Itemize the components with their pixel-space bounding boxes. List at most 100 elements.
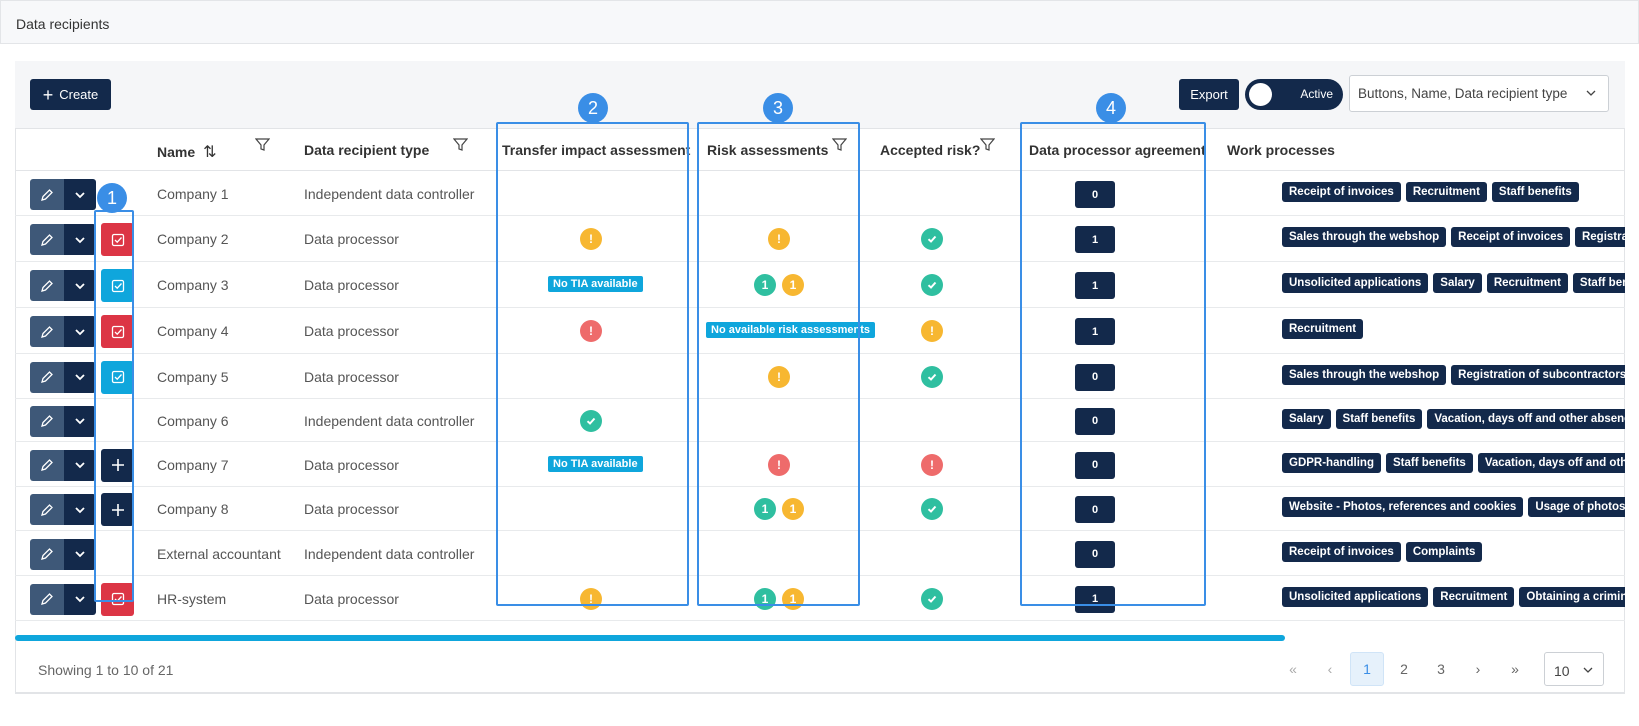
recipient-name[interactable]: Company 7 — [157, 457, 229, 473]
work-process-tag[interactable]: Complaints — [1405, 541, 1483, 562]
recipient-name[interactable]: Company 5 — [157, 369, 229, 385]
recipient-name[interactable]: External accountant — [157, 546, 281, 562]
row-menu-button[interactable] — [64, 449, 96, 481]
showing-count: Showing 1 to 10 of 21 — [38, 662, 174, 678]
work-process-tag[interactable]: Vacation, days off and other absence — [1477, 452, 1625, 473]
edit-button[interactable] — [30, 224, 64, 255]
edit-button[interactable] — [30, 361, 64, 393]
work-process-tag[interactable]: Recruitment — [1433, 586, 1515, 607]
work-process-tag[interactable]: Unsolicited applications — [1282, 273, 1429, 293]
work-process-tag[interactable]: Receipt of invoices — [1282, 541, 1401, 562]
accepted-risk-icon — [921, 498, 943, 520]
work-processes-list: Sales through the webshop Receipt of invo… — [1282, 227, 1625, 251]
prev-page-button[interactable]: ‹ — [1313, 652, 1347, 686]
accepted-risk-icon: ! — [921, 453, 943, 476]
work-process-tag[interactable]: Receipt of invoices — [1282, 182, 1401, 202]
work-processes-list: Unsolicited applications Recruitment Obtai… — [1282, 586, 1625, 611]
column-header-name-label: Name — [157, 144, 196, 160]
page-button-1[interactable]: 1 — [1350, 652, 1384, 686]
work-process-tag[interactable]: Registration of subcontractors — [1574, 227, 1625, 247]
column-header-name[interactable]: Name ⇅ — [157, 142, 217, 162]
recipient-name[interactable]: Company 1 — [157, 186, 229, 202]
edit-button[interactable] — [30, 538, 64, 570]
recipient-name[interactable]: Company 6 — [157, 413, 229, 429]
work-process-tag[interactable]: Staff benefits — [1385, 452, 1473, 473]
first-page-button[interactable]: « — [1276, 652, 1310, 686]
column-header-accepted[interactable]: Accepted risk? — [880, 142, 980, 158]
edit-button[interactable] — [30, 316, 64, 347]
work-processes-list: Recruitment — [1282, 319, 1625, 343]
filter-icon[interactable] — [453, 137, 468, 152]
work-process-tag[interactable]: Staff benefits — [1572, 273, 1625, 293]
work-process-tag[interactable]: Staff benefits — [1491, 182, 1579, 202]
row-menu-button[interactable] — [64, 494, 96, 525]
edit-button[interactable] — [30, 270, 64, 301]
recipient-name[interactable]: Company 3 — [157, 277, 229, 293]
page-size-select[interactable]: 10 — [1544, 652, 1604, 686]
work-process-tag[interactable]: Website - Photos, references and cookies — [1282, 497, 1524, 517]
next-page-button[interactable]: › — [1461, 652, 1495, 686]
highlight-box-1 — [94, 210, 134, 602]
edit-button[interactable] — [30, 583, 64, 615]
export-button[interactable]: Export — [1179, 79, 1239, 110]
edit-button[interactable] — [30, 179, 64, 210]
work-process-tag[interactable]: Recruitment — [1486, 273, 1568, 293]
recipient-type: Data processor — [304, 456, 399, 473]
recipient-type: Independent data controller — [304, 412, 475, 429]
create-button[interactable]: + Create — [30, 79, 111, 110]
work-process-tag[interactable]: Registration of subcontractors — [1451, 364, 1625, 385]
marker-2: 2 — [578, 93, 608, 123]
edit-button[interactable] — [30, 405, 64, 437]
work-process-tag[interactable]: Salary — [1282, 408, 1331, 429]
footer-divider — [15, 693, 1625, 694]
page-header: Data recipients — [0, 0, 1639, 44]
work-processes-list: Receipt of invoices Recruitment Staff bene… — [1282, 182, 1625, 206]
work-process-tag[interactable]: Sales through the webshop — [1282, 227, 1447, 247]
row-menu-button[interactable] — [64, 224, 96, 255]
row-menu-button[interactable] — [64, 405, 96, 437]
filter-icon[interactable] — [255, 137, 270, 152]
recipient-name[interactable]: Company 8 — [157, 501, 229, 517]
edit-button[interactable] — [30, 494, 64, 525]
row-menu-button[interactable] — [64, 361, 96, 393]
column-header-wp[interactable]: Work processes — [1227, 142, 1335, 158]
accepted-risk-icon — [921, 365, 943, 388]
sort-icon[interactable]: ⇅ — [203, 142, 216, 162]
row-menu-button[interactable] — [64, 538, 96, 570]
page-button-3[interactable]: 3 — [1424, 652, 1458, 686]
work-process-tag[interactable]: GDPR-handling — [1282, 452, 1381, 473]
work-process-tag[interactable]: Recruitment — [1405, 182, 1487, 202]
work-processes-list: Website - Photos, references and cookies… — [1282, 497, 1625, 521]
column-header-type[interactable]: Data recipient type — [304, 142, 429, 158]
work-processes-list: Salary Staff benefits Vacation, days off a… — [1282, 408, 1625, 433]
toggle-knob — [1249, 83, 1272, 106]
recipient-type: Independent data controller — [304, 186, 475, 202]
last-page-button[interactable]: » — [1498, 652, 1532, 686]
work-process-tag[interactable]: Sales through the webshop — [1282, 364, 1447, 385]
work-process-tag[interactable]: Receipt of invoices — [1451, 227, 1570, 247]
filter-icon[interactable] — [980, 137, 995, 152]
work-process-tag[interactable]: Obtaining a criminal record — [1519, 586, 1625, 607]
row-menu-button[interactable] — [64, 316, 96, 347]
columns-select[interactable]: Buttons, Name, Data recipient type — [1349, 75, 1609, 112]
work-process-tag[interactable]: Staff benefits — [1335, 408, 1423, 429]
recipient-name[interactable]: Company 4 — [157, 323, 229, 339]
work-process-tag[interactable]: Usage of photos internally — [1528, 497, 1625, 517]
row-menu-button[interactable] — [64, 179, 96, 210]
horizontal-scrollbar[interactable] — [15, 635, 1285, 641]
row-menu-button[interactable] — [64, 583, 96, 615]
active-toggle[interactable]: Active — [1245, 79, 1343, 110]
recipient-name[interactable]: Company 2 — [157, 231, 229, 247]
work-processes-list: Sales through the webshop Registration of… — [1282, 364, 1625, 389]
edit-button[interactable] — [30, 449, 64, 481]
page-title: Data recipients — [16, 16, 110, 32]
page-button-2[interactable]: 2 — [1387, 652, 1421, 686]
column-header-accepted-label: Accepted risk? — [880, 142, 981, 158]
work-process-tag[interactable]: Vacation, days off and other absence — [1427, 408, 1625, 429]
work-process-tag[interactable]: Unsolicited applications — [1282, 586, 1429, 607]
recipient-type: Data processor — [304, 501, 399, 517]
work-process-tag[interactable]: Recruitment — [1282, 319, 1364, 339]
row-menu-button[interactable] — [64, 270, 96, 301]
work-process-tag[interactable]: Salary — [1433, 273, 1482, 293]
recipient-name[interactable]: HR-system — [157, 591, 226, 607]
